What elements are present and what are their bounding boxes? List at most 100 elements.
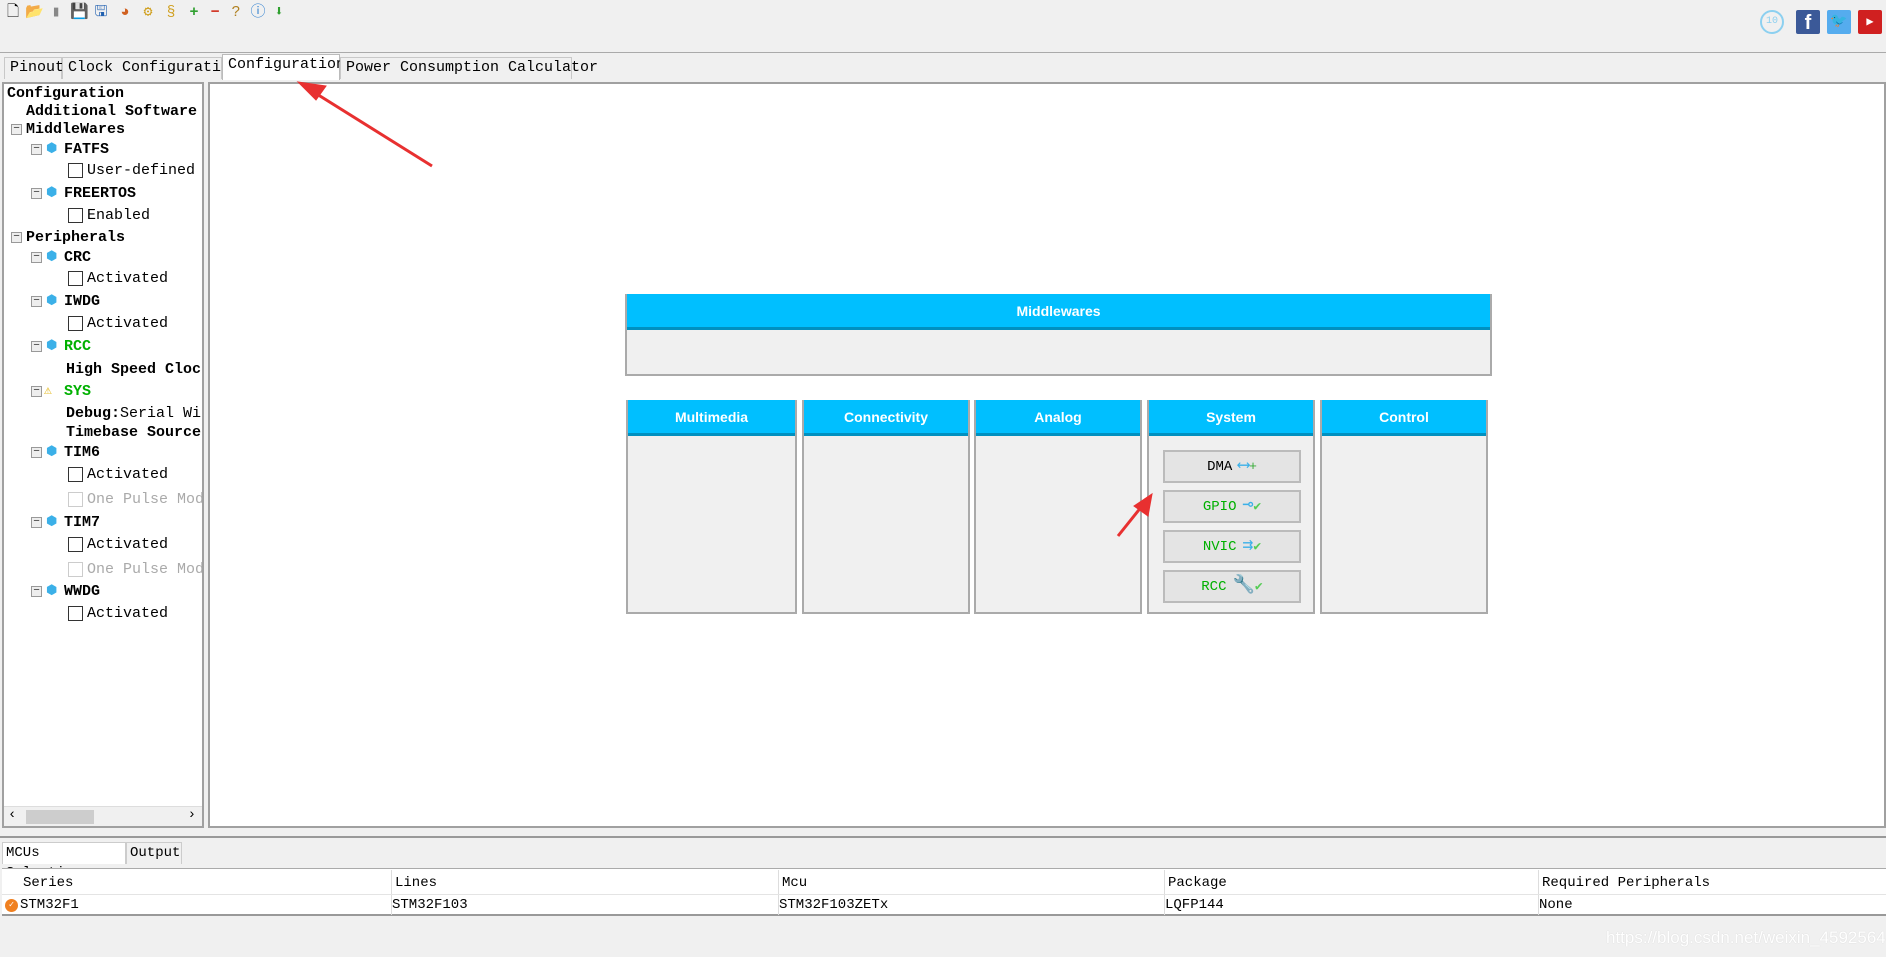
check-icon: ✔ bbox=[1253, 499, 1262, 514]
info-key: Timebase Source bbox=[66, 424, 202, 441]
collapse-icon[interactable]: − bbox=[31, 447, 42, 458]
checkbox-label: One Pulse Mode bbox=[87, 561, 204, 578]
facebook-icon[interactable]: f bbox=[1796, 10, 1820, 34]
scroll-left-icon[interactable]: ‹ bbox=[8, 807, 16, 823]
tree-group[interactable]: Peripherals bbox=[26, 229, 125, 247]
checkbox[interactable] bbox=[68, 316, 83, 331]
tree-root[interactable]: Configuration bbox=[7, 85, 124, 103]
tree-node[interactable]: TIM6 bbox=[64, 444, 100, 462]
tab-mcus-selection[interactable]: MCUs Selection bbox=[2, 842, 126, 881]
category-analog: Analog bbox=[974, 400, 1142, 614]
collapse-icon[interactable]: − bbox=[31, 586, 42, 597]
column-header[interactable]: Required Peripherals bbox=[1542, 873, 1710, 893]
rcc-button[interactable]: RCC 🔧✔ bbox=[1163, 570, 1301, 603]
table-cell[interactable]: STM32F1 bbox=[20, 895, 79, 915]
dma-button[interactable]: DMA ⟷+ bbox=[1163, 450, 1301, 483]
table-cell[interactable]: None bbox=[1539, 895, 1573, 915]
checkbox[interactable] bbox=[68, 163, 83, 178]
zoom-in-icon[interactable]: + bbox=[185, 4, 203, 22]
tree-node[interactable]: FREERTOS bbox=[64, 185, 136, 203]
gpio-switch-icon: ⊸ bbox=[1242, 496, 1254, 516]
anniversary-badge-icon[interactable]: 10 bbox=[1760, 10, 1784, 34]
check-icon: ✔ bbox=[1253, 539, 1262, 554]
save-as-icon[interactable]: 🖫 bbox=[92, 4, 110, 22]
checkbox[interactable] bbox=[68, 537, 83, 552]
horizontal-scrollbar[interactable]: ‹ › bbox=[4, 806, 202, 826]
category-header: Control bbox=[1322, 400, 1486, 436]
collapse-icon[interactable]: − bbox=[11, 124, 22, 135]
checkbox-label: Activated bbox=[87, 605, 169, 622]
tree-node[interactable]: WWDG bbox=[64, 583, 100, 601]
zoom-out-icon[interactable]: − bbox=[206, 4, 224, 22]
table-cell[interactable]: LQFP144 bbox=[1165, 895, 1224, 915]
copy-icon[interactable]: ▮ bbox=[47, 4, 65, 22]
category-connectivity: Connectivity bbox=[802, 400, 970, 614]
tab-configuration[interactable]: Configuration bbox=[222, 54, 345, 80]
checkbox[interactable] bbox=[68, 467, 83, 482]
collapse-icon[interactable]: − bbox=[31, 517, 42, 528]
cube-icon: ⬢ bbox=[46, 583, 58, 598]
tab-clock-configuration[interactable]: Clock Configuration bbox=[62, 57, 239, 79]
plus-icon: + bbox=[1249, 459, 1257, 474]
category-system: System DMA ⟷+ GPIO ⊸✔ NVIC ⇉✔ RCC 🔧✔ bbox=[1147, 400, 1315, 614]
table-cell[interactable]: STM32F103ZETx bbox=[779, 895, 888, 915]
collapse-icon[interactable]: − bbox=[31, 144, 42, 155]
tree-node[interactable]: RCC bbox=[64, 338, 91, 356]
checkbox[interactable] bbox=[68, 208, 83, 223]
category-header: Multimedia bbox=[628, 400, 795, 436]
cube-icon: ⬢ bbox=[46, 444, 58, 459]
scrollbar-thumb[interactable] bbox=[26, 810, 94, 824]
collapse-icon[interactable]: − bbox=[31, 188, 42, 199]
tree-info[interactable]: High Speed Clock bbox=[66, 361, 202, 379]
pie-chart-icon[interactable]: ◕ bbox=[116, 4, 134, 22]
configuration-tree: Configuration Additional Software − MiddleW… bbox=[2, 82, 204, 828]
collapse-icon[interactable]: − bbox=[31, 341, 42, 352]
column-header[interactable]: Package bbox=[1168, 873, 1227, 893]
youtube-icon[interactable]: ▶ bbox=[1858, 10, 1882, 34]
download-icon[interactable]: ⬇ bbox=[270, 4, 288, 22]
tree-node[interactable]: IWDG bbox=[64, 293, 100, 311]
collapse-icon[interactable]: − bbox=[31, 296, 42, 307]
tab-output[interactable]: Output bbox=[126, 842, 182, 864]
table-cell[interactable]: STM32F103 bbox=[392, 895, 468, 915]
save-icon[interactable]: 💾 bbox=[70, 4, 89, 22]
collapse-icon[interactable]: − bbox=[31, 252, 42, 263]
tab-pinout[interactable]: Pinout bbox=[4, 57, 64, 79]
tree-node[interactable]: FATFS bbox=[64, 141, 109, 159]
cube-icon: ⬢ bbox=[46, 514, 58, 529]
checkbox[interactable] bbox=[68, 606, 83, 621]
checkbox-label: Activated bbox=[87, 270, 169, 287]
tree-item[interactable]: Additional Software bbox=[26, 103, 197, 121]
gpio-button[interactable]: GPIO ⊸✔ bbox=[1163, 490, 1301, 523]
checkbox[interactable] bbox=[68, 492, 83, 507]
nvic-button[interactable]: NVIC ⇉✔ bbox=[1163, 530, 1301, 563]
tree-info[interactable]: Debug:Serial Wire bbox=[66, 405, 202, 423]
tree-group[interactable]: MiddleWares bbox=[26, 121, 125, 139]
new-project-icon[interactable]: 🗋 bbox=[4, 4, 22, 22]
nvic-icon: ⇉ bbox=[1242, 536, 1254, 556]
open-folder-icon[interactable]: 📂 bbox=[25, 4, 44, 22]
collapse-icon[interactable]: − bbox=[11, 232, 22, 243]
about-icon[interactable]: ⓘ bbox=[249, 4, 267, 22]
collapse-icon[interactable]: − bbox=[31, 386, 42, 397]
tree-node[interactable]: TIM7 bbox=[64, 514, 100, 532]
checkbox[interactable] bbox=[68, 562, 83, 577]
checkbox-label: Activated bbox=[87, 315, 169, 332]
tree-info[interactable]: Timebase Source bbox=[66, 424, 201, 442]
button-label: GPIO bbox=[1202, 499, 1237, 515]
column-header[interactable]: Series bbox=[23, 873, 73, 893]
column-header[interactable]: Mcu bbox=[782, 873, 807, 893]
checkbox[interactable] bbox=[68, 271, 83, 286]
category-header: Analog bbox=[976, 400, 1140, 436]
twitter-icon[interactable]: 🐦 bbox=[1827, 10, 1851, 34]
dma-icon: ⟷ bbox=[1238, 456, 1250, 476]
tab-power-consumption-calculator[interactable]: Power Consumption Calculator bbox=[340, 57, 598, 79]
tree-node[interactable]: CRC bbox=[64, 249, 91, 267]
report-icon[interactable]: § bbox=[162, 4, 180, 22]
column-header[interactable]: Lines bbox=[395, 873, 437, 893]
scroll-right-icon[interactable]: › bbox=[188, 807, 196, 823]
tree-node[interactable]: SYS bbox=[64, 383, 91, 401]
help-icon[interactable]: ? bbox=[227, 4, 245, 22]
generate-code-icon[interactable]: ⚙ bbox=[139, 4, 157, 22]
info-key: Debug: bbox=[66, 405, 121, 422]
